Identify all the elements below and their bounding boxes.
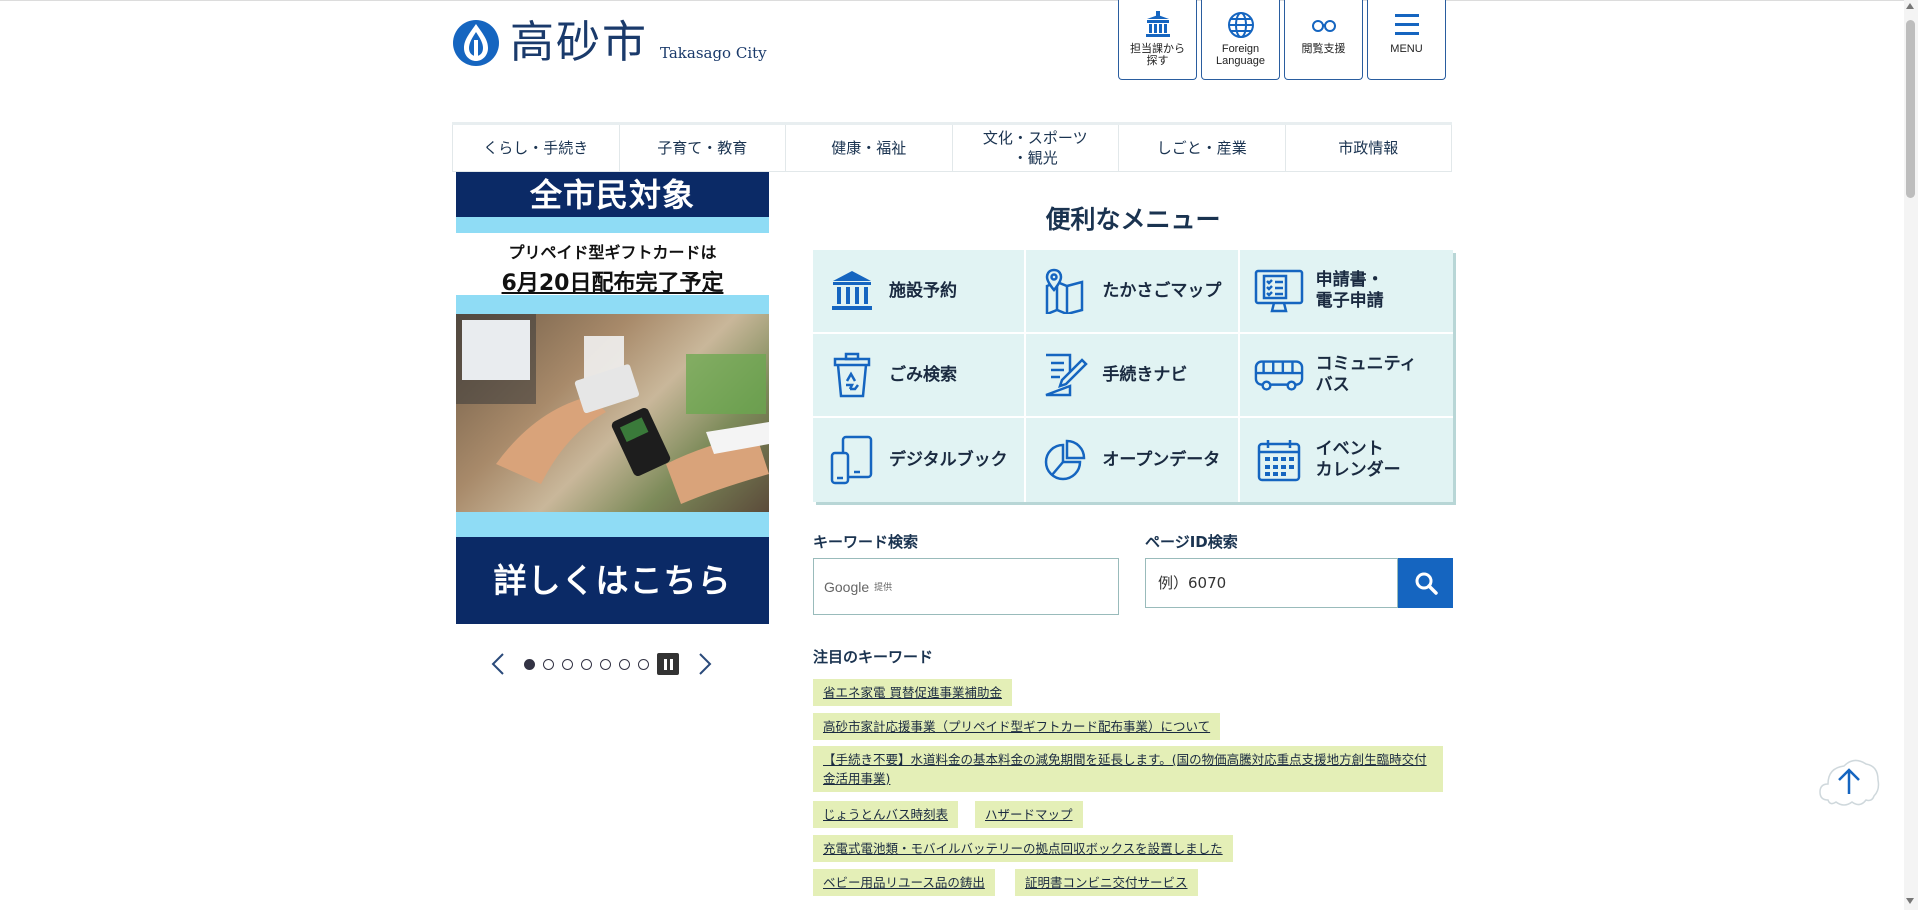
banner-cta: 詳しくはこちら (456, 537, 769, 624)
carousel-dot[interactable] (619, 658, 630, 670)
page-top-button[interactable] (1816, 754, 1882, 810)
menu-open-data[interactable]: オープンデータ (1026, 418, 1240, 502)
keyword-search-heading: キーワード検索 (813, 533, 919, 551)
menu-event-calendar[interactable]: イベント カレンダー (1240, 418, 1453, 502)
globe-icon (1227, 12, 1254, 38)
nav-item-childcare[interactable]: 子育て・教育 (618, 125, 786, 171)
nav-item-work[interactable]: しごと・産業 (1118, 125, 1285, 171)
keyword-tag[interactable]: 充電式電池類・モバイルバッテリーの拠点回収ボックスを設置しました (813, 835, 1233, 862)
banner-heading: 全市民対象 (456, 172, 769, 217)
menu-label: 申請書・ 電子申請 (1315, 270, 1384, 311)
nav-item-city-info[interactable]: 市政情報 (1284, 125, 1452, 171)
hamburger-menu-icon (1394, 14, 1419, 35)
featured-keywords-title: 注目のキーワード (813, 648, 934, 666)
page-id-search-heading: ページID検索 (1145, 533, 1238, 551)
menu-takasago-map[interactable]: たかさごマップ (1026, 250, 1240, 334)
carousel-dot[interactable] (638, 658, 649, 670)
foreign-language-button[interactable]: Foreign Language (1201, 0, 1280, 80)
menu-label: デジタルブック (889, 449, 1008, 470)
menu-application-forms[interactable]: 申請書・ 電子申請 (1239, 250, 1453, 334)
city-name-english: Takasago City (660, 44, 767, 62)
global-nav: くらし・手続き 子育て・教育 健康・福祉 文化・スポーツ ・観光 しごと・産業 … (452, 122, 1452, 172)
carousel-next-button[interactable] (693, 650, 717, 678)
department-search-button[interactable]: 担当課から 探す (1118, 0, 1197, 80)
glasses-icon (1311, 20, 1336, 32)
nav-item-health[interactable]: 健康・福祉 (785, 125, 952, 171)
department-search-label: 担当課から 探す (1130, 43, 1185, 67)
nav-item-living[interactable]: くらし・手続き (452, 125, 619, 171)
convenient-menu-title: 便利なメニュー (1045, 205, 1221, 234)
banner-photo (456, 314, 769, 512)
browsing-support-label: 閲覧支援 (1301, 43, 1346, 55)
chevron-right-icon (699, 653, 712, 675)
keyword-tag[interactable]: 高砂市家計応援事業（プリペイド型ギフトカード配布事業）について (813, 713, 1221, 740)
browsing-support-button[interactable]: 閲覧支援 (1284, 0, 1363, 80)
carousel-dot[interactable] (581, 658, 592, 670)
menu-label: オープンデータ (1102, 449, 1221, 470)
map-icon (1046, 268, 1084, 314)
keyword-tag[interactable]: 省エネ家電 買替促進事業補助金 (813, 679, 1012, 706)
menu-procedure-navi[interactable]: 手続きナビ (1026, 334, 1240, 418)
menu-label: コミュニティ バス (1315, 354, 1417, 395)
government-building-icon (1145, 11, 1170, 37)
carousel-dot[interactable] (562, 658, 573, 670)
menu-label: ごみ検索 (889, 364, 957, 385)
carousel-dot[interactable] (600, 658, 611, 670)
carousel-dot[interactable] (524, 658, 535, 670)
carousel-banner[interactable]: 全市民対象 プリペイド型ギフトカードは 6月20日配布完了予定 詳しくはこちら (456, 172, 769, 624)
carousel-dots (524, 653, 679, 675)
calendar-icon (1257, 440, 1300, 482)
page-id-input[interactable] (1145, 558, 1398, 608)
carousel-dot[interactable] (543, 658, 554, 670)
facility-icon (832, 271, 872, 310)
carousel-controls (486, 650, 717, 678)
menu-community-bus[interactable]: コミュニティ バス (1239, 334, 1453, 418)
menu-label: イベント カレンダー (1315, 439, 1401, 480)
bus-icon (1254, 360, 1303, 391)
tablet-phone-icon (830, 435, 873, 485)
page-id-search-button[interactable] (1398, 558, 1453, 608)
scroll-down-arrow[interactable] (1906, 898, 1914, 904)
monitor-form-icon (1254, 269, 1303, 313)
document-pen-icon (1045, 353, 1089, 397)
menu-digital-book[interactable]: デジタルブック (813, 418, 1027, 502)
carousel-pause-button[interactable] (657, 653, 679, 675)
menu-label: 施設予約 (889, 280, 957, 301)
google-provided-label: 提供 (874, 583, 893, 593)
top-border (0, 0, 1918, 1)
site-logo[interactable]: 高砂市 Takasago City (452, 18, 767, 68)
search-icon (1415, 572, 1438, 595)
arrow-up-icon (1819, 759, 1880, 806)
gift-card-payment-illustration (456, 314, 769, 504)
banner-notice: プリペイド型ギフトカードは 6月20日配布完了予定 (456, 233, 769, 296)
city-emblem-icon (453, 20, 499, 66)
menu-label: MENU (1390, 43, 1423, 55)
recycle-bin-icon (833, 352, 871, 398)
menu-facility-reservation[interactable]: 施設予約 (813, 250, 1027, 334)
nav-item-culture[interactable]: 文化・スポーツ ・観光 (951, 125, 1119, 171)
menu-garbage-search[interactable]: ごみ検索 (813, 334, 1027, 418)
header-tools: 担当課から 探す Foreign Language 閲覧支援 MENU (1118, 0, 1446, 80)
menu-label: 手続きナビ (1102, 364, 1188, 385)
google-label: Google (824, 578, 870, 595)
carousel-prev-button[interactable] (486, 650, 510, 678)
menu-label: たかさごマップ (1102, 280, 1222, 301)
scrollbar-thumb[interactable] (1906, 20, 1915, 198)
pie-chart-icon (1045, 439, 1086, 481)
convenient-menu-grid: 施設予約 たかさごマップ 申請書・ 電子申請 ごみ検索 手続きナビ コミュニティ… (813, 250, 1453, 502)
scroll-up-arrow[interactable] (1906, 3, 1914, 9)
keyword-tag[interactable]: ベビー用品リユース品の鋳出 (813, 869, 995, 896)
keyword-tag[interactable]: 証明書コンビニ交付サービス (1015, 869, 1198, 896)
chevron-left-icon (491, 653, 504, 675)
foreign-language-label: Foreign Language (1216, 43, 1265, 67)
keyword-search-input[interactable]: Google 提供 (813, 558, 1119, 615)
keyword-tag[interactable]: 【手続き不要】水道料金の基本料金の減免期間を延長します。(国の物価高騰対応重点支… (813, 746, 1443, 792)
city-name: 高砂市 (510, 17, 648, 68)
keyword-tag[interactable]: じょうとんバス時刻表 (813, 801, 959, 828)
banner-date: 6月20日配布完了予定 (501, 271, 724, 296)
menu-button[interactable]: MENU (1367, 0, 1446, 80)
banner-subtext: プリペイド型ギフトカードは (508, 243, 717, 262)
keyword-tag[interactable]: ハザードマップ (975, 801, 1083, 828)
